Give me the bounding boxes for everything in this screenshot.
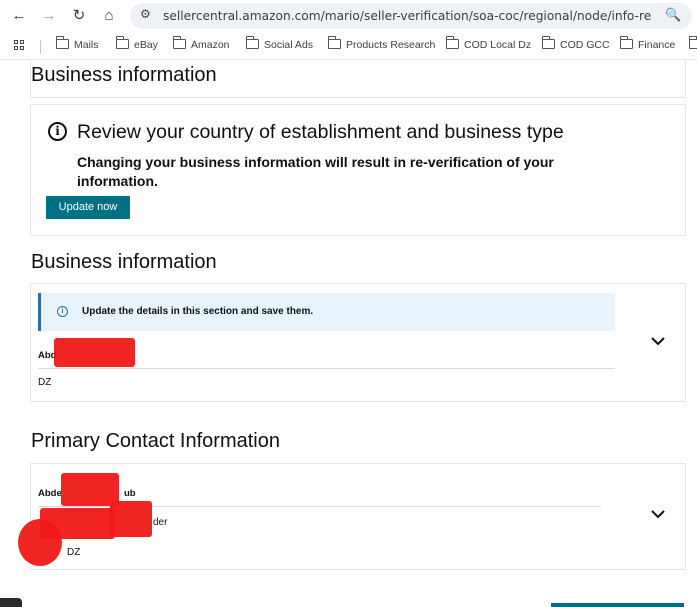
redaction-mark — [18, 519, 62, 566]
business-country: DZ — [38, 377, 52, 388]
bookmark-products-research[interactable]: Products Research — [328, 36, 435, 55]
bookmark-mails[interactable]: Mails — [56, 36, 99, 55]
chat-widget-tab[interactable] — [0, 598, 22, 607]
bookmark-amazon[interactable]: Amazon — [173, 36, 230, 55]
zoom-icon[interactable]: 🔍 — [665, 7, 681, 23]
bookmarks-separator — [40, 40, 41, 54]
folder-icon — [116, 36, 129, 49]
back-icon[interactable]: ← — [9, 6, 29, 26]
home-icon[interactable]: ⌂ — [99, 6, 119, 26]
bookmark-cod-gcc[interactable]: COD GCC — [542, 36, 610, 55]
alert-body: Changing your business information will … — [77, 154, 554, 189]
page-title: Business information — [31, 64, 217, 86]
folder-icon — [173, 36, 186, 49]
address-bar[interactable]: ⚙ sellercentral.amazon.com/mario/seller-… — [130, 3, 692, 29]
info-icon: i — [57, 306, 68, 317]
update-now-button[interactable]: Update now — [46, 196, 130, 219]
header-section: Business information — [30, 59, 686, 98]
site-info-icon[interactable]: ⚙ — [140, 7, 151, 21]
contact-country: DZ — [67, 547, 81, 558]
business-info-note: i Update the details in this section and… — [38, 293, 615, 331]
note-text: Update the details in this section and s… — [82, 306, 314, 317]
bookmark-finance[interactable]: Finance — [620, 36, 675, 55]
contact-role: der — [153, 517, 168, 528]
forward-icon[interactable]: → — [39, 6, 59, 26]
browser-toolbar: ← → ↻ ⌂ ⚙ sellercentral.amazon.com/mario… — [0, 0, 697, 32]
folder-icon — [542, 36, 555, 49]
reload-icon[interactable]: ↻ — [69, 6, 89, 26]
folder-icon — [56, 36, 69, 49]
divider — [38, 368, 615, 369]
url-text[interactable]: sellercentral.amazon.com/mario/seller-ve… — [163, 9, 651, 23]
chevron-down-icon[interactable] — [650, 508, 666, 520]
folder-icon — [246, 36, 259, 49]
contact-name-suffix: ub — [124, 488, 136, 499]
folder-icon — [446, 36, 459, 49]
alert-title: Review your country of establishment and… — [77, 121, 564, 143]
folder-icon — [620, 36, 633, 49]
contact-name-label: Abde — [38, 488, 62, 499]
bookmarks-bar: Mails eBay Amazon Social Ads Products Re… — [0, 32, 697, 60]
folder-icon — [689, 36, 697, 49]
business-info-title: Business information — [31, 251, 217, 273]
chevron-down-icon[interactable] — [650, 335, 666, 347]
page-content: Business information i Review your count… — [0, 59, 697, 607]
bookmark-social-ads[interactable]: Social Ads — [246, 36, 313, 55]
redaction-mark — [110, 501, 152, 537]
apps-grid-icon[interactable] — [14, 40, 26, 52]
folder-icon — [328, 36, 341, 49]
primary-contact-title: Primary Contact Information — [31, 430, 280, 452]
bookmark-cod-local-dz[interactable]: COD Local Dz — [446, 36, 531, 55]
bookmark-overflow[interactable] — [689, 36, 697, 55]
save-button-edge[interactable] — [551, 603, 684, 607]
review-alert: i Review your country of establishment a… — [30, 104, 686, 236]
redaction-mark — [54, 338, 135, 367]
info-icon: i — [48, 122, 67, 141]
bookmark-ebay[interactable]: eBay — [116, 36, 158, 55]
